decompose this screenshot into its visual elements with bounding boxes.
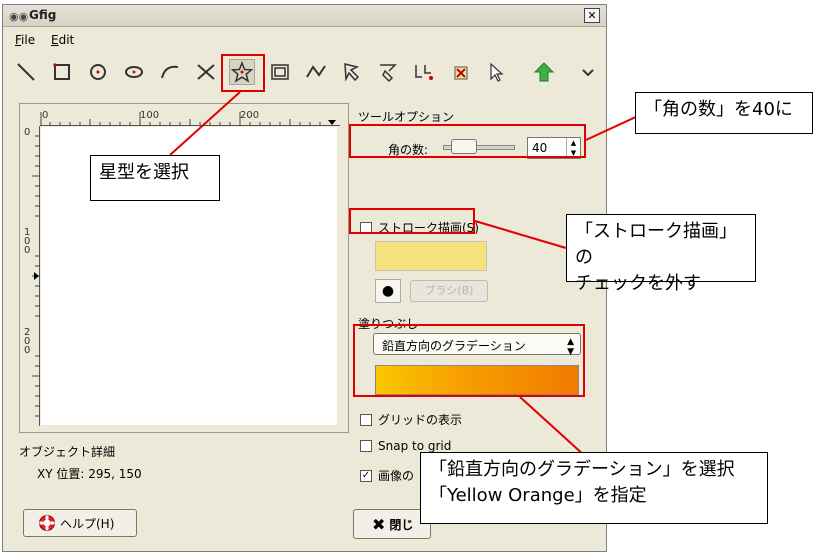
show-grid-label: グリッドの表示: [378, 413, 463, 427]
callout-points-40-text: 「角の数」を40に: [644, 99, 793, 120]
move-object-tool-button[interactable]: [339, 59, 365, 85]
highlight-star-tool: [221, 54, 265, 92]
circle-icon: [90, 64, 106, 80]
spiral-tool-button[interactable]: [267, 59, 293, 85]
copy-icon: [415, 65, 433, 80]
app-icon: ◉◉: [9, 10, 29, 23]
rectangle-icon: [53, 63, 70, 80]
object-details-label: オブジェクト詳細: [19, 445, 116, 459]
close-window-button[interactable]: ✕: [584, 8, 600, 23]
ellipse-icon: [125, 66, 143, 78]
vertical-ruler: 0 1 0 0 2 0 0: [24, 126, 40, 426]
toolbar: [3, 55, 606, 91]
polygon-tool-button[interactable]: [193, 59, 219, 85]
highlight-points-control: [349, 124, 586, 158]
brush-dot-icon: ●: [381, 283, 395, 299]
more-tools-button[interactable]: [575, 59, 601, 85]
show-grid-checkbox[interactable]: [360, 413, 372, 426]
title-bar: ◉◉ Gfig ✕: [3, 5, 606, 27]
brush-button[interactable]: ブラシ(B): [410, 280, 488, 302]
line-icon: [17, 63, 35, 81]
select-tool-button[interactable]: [483, 59, 509, 85]
show-image-row[interactable]: ✓ 画像の: [360, 467, 414, 484]
callout-select-star: 星型を選択: [90, 155, 220, 201]
lifebuoy-icon: [39, 515, 55, 531]
help-button[interactable]: ヘルプ(H): [23, 509, 137, 537]
help-button-label: ヘルプ(H): [60, 516, 115, 531]
bezier-icon: [306, 65, 326, 78]
arc-icon: [161, 65, 179, 79]
tool-options-title: ツールオプション: [358, 110, 455, 124]
move-point-tool-button[interactable]: [375, 59, 401, 85]
snap-to-grid-label: Snap to grid: [378, 439, 452, 453]
callout-uncheck-stroke-line1: 「ストローク描画」の: [575, 221, 737, 268]
spiral-icon: [271, 64, 289, 80]
show-image-checkbox[interactable]: ✓: [360, 469, 372, 482]
select-icon: [490, 62, 504, 82]
window-title: Gfig: [29, 8, 57, 22]
arc-tool-button[interactable]: [157, 59, 183, 85]
move-point-icon: [380, 64, 397, 83]
circle-tool-button[interactable]: [85, 59, 111, 85]
snap-to-grid-checkbox[interactable]: [360, 440, 372, 452]
horizontal-ruler: 0 100 200: [40, 110, 340, 126]
show-grid-row[interactable]: グリッドの表示: [360, 411, 462, 428]
show-image-label: 画像の: [378, 469, 415, 483]
callout-points-40: 「角の数」を40に: [635, 92, 813, 134]
callout-select-gradient-line2: 「Yellow Orange」を指定: [429, 485, 647, 506]
ruler-ticks-h: [40, 112, 336, 126]
polygon-icon: [197, 64, 215, 80]
xy-position-readout: XY 位置: 295, 150: [37, 467, 142, 481]
brush-preview-button[interactable]: ●: [375, 279, 401, 303]
delete-tool-button[interactable]: [447, 59, 473, 85]
ellipse-tool-button[interactable]: [121, 59, 147, 85]
menu-file[interactable]: File: [15, 33, 35, 47]
snap-to-grid-row[interactable]: Snap to grid: [360, 439, 451, 453]
preview-canvas: 0 100 200 0 1 0 0 2 0 0: [19, 103, 349, 433]
menu-edit[interactable]: Edit: [51, 33, 74, 47]
stroke-color-button[interactable]: [375, 241, 487, 271]
callout-uncheck-stroke-line2: チェックを外す: [575, 273, 701, 294]
highlight-fill-gradient: [353, 324, 585, 397]
callout-uncheck-stroke: 「ストローク描画」の チェックを外す: [566, 214, 756, 294]
callout-select-gradient: 「鉛直方向のグラデーション」を選択 「Yellow Orange」を指定: [420, 452, 768, 524]
rectangle-tool-button[interactable]: [49, 59, 75, 85]
move-object-icon: [344, 63, 360, 82]
callout-select-star-text: 星型を選択: [99, 162, 189, 183]
highlight-stroke-checkbox: [349, 208, 475, 234]
more-icon: [582, 69, 594, 77]
raise-icon: [533, 62, 555, 82]
line-tool-button[interactable]: [13, 59, 39, 85]
close-x-icon: ✖: [372, 514, 386, 534]
close-button-label: 閉じ: [389, 517, 414, 532]
callout-select-gradient-line1: 「鉛直方向のグラデーション」を選択: [429, 459, 735, 480]
raise-tool-button[interactable]: [531, 59, 557, 85]
bezier-tool-button[interactable]: [303, 59, 329, 85]
delete-icon: [454, 66, 468, 80]
ruler-ticks-v: [32, 135, 40, 417]
copy-tool-button[interactable]: [411, 59, 437, 85]
